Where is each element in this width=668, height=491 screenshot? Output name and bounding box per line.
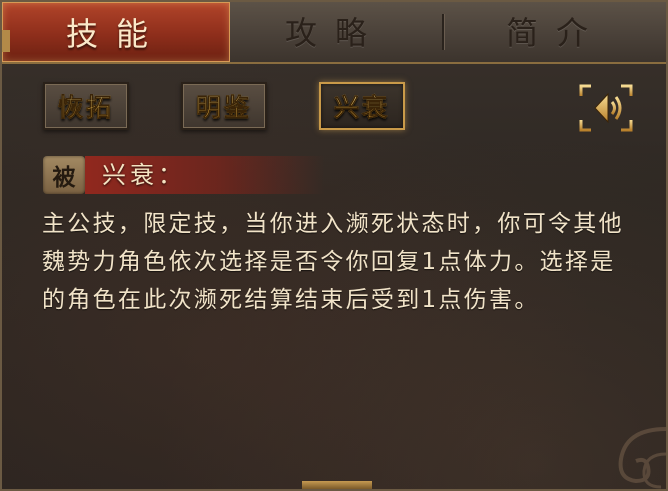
tab-skills-label: 技能: [65, 15, 166, 53]
tab-strategy[interactable]: 攻略: [228, 2, 442, 60]
frame-bottom-ornament: [302, 481, 372, 489]
skill-button-mingjian[interactable]: 明鉴: [181, 82, 267, 130]
passive-badge: 被: [43, 156, 85, 194]
sound-button[interactable]: [577, 82, 635, 134]
skill-button-label: 明鉴: [196, 88, 252, 124]
tab-strategy-label: 攻略: [284, 14, 385, 52]
skill-button-huituo[interactable]: 恢拓: [43, 82, 129, 130]
speaker-icon: [579, 84, 633, 132]
passive-badge-label: 被: [52, 164, 76, 191]
tab-skills[interactable]: 技能: [2, 2, 230, 62]
skill-button-label: 恢拓: [58, 88, 114, 124]
corner-swirl-ornament: [618, 427, 666, 489]
tab-bar: 技能 攻略 简介: [2, 2, 666, 64]
skill-title: 兴衰：: [102, 161, 186, 189]
skill-description: 主公技，限定技，当你进入濒死状态时，你可令其他魏势力角色依次选择是否令你回复1点…: [42, 211, 624, 313]
skill-button-label: 兴衰: [334, 88, 390, 124]
tab-intro-label: 简介: [505, 14, 606, 52]
skill-button-xingshuai[interactable]: 兴衰: [319, 82, 405, 130]
tab-intro[interactable]: 简介: [444, 2, 666, 60]
skill-panel: 技能 攻略 简介 恢拓 明鉴 兴衰 被 兴衰： 主公技，限定技，当你进入濒死状态…: [0, 0, 668, 491]
frame-ornament: [2, 30, 10, 52]
